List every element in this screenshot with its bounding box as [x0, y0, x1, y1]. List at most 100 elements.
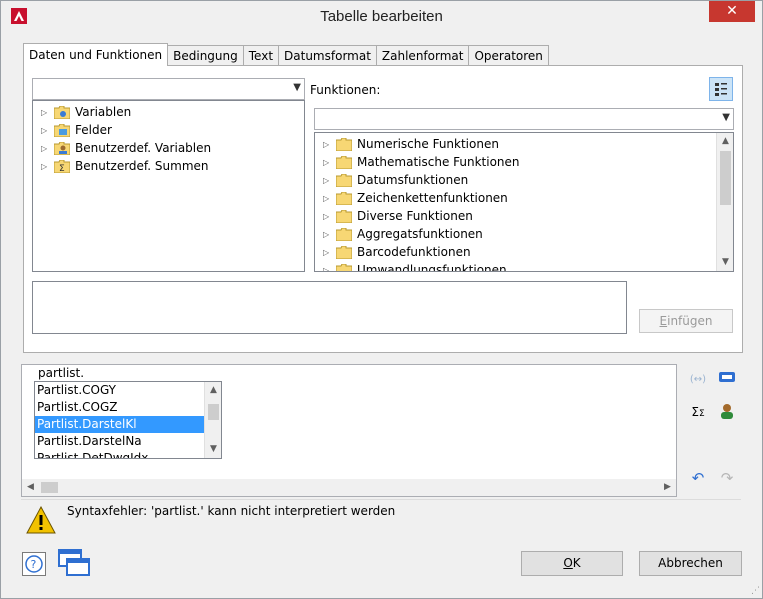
data-tree[interactable]: ▷ Variablen ▷ Felder ▷ Benutzerdef. Vari… [32, 100, 305, 272]
tab-strip: Daten und Funktionen Bedingung Text Datu… [23, 43, 549, 66]
window-title: Tabelle bearbeiten [320, 8, 443, 25]
view-toggle-button[interactable] [709, 77, 733, 101]
expand-arrow-icon[interactable]: ▷ [323, 266, 333, 272]
help-button[interactable]: ? [22, 552, 46, 576]
expand-arrow-icon[interactable]: ▷ [323, 212, 333, 221]
user-variable-icon [53, 141, 71, 155]
expand-arrow-icon[interactable]: ▷ [323, 158, 333, 167]
scroll-up-icon[interactable]: ▲ [205, 382, 221, 399]
data-source-combo[interactable]: ▼ [32, 78, 305, 100]
tree-item-zeichenkettenfunktionen[interactable]: ▷ Zeichenkettenfunktionen [323, 189, 508, 207]
tree-item-label: Numerische Funktionen [357, 137, 499, 151]
tree-item-variablen[interactable]: ▷ Variablen [41, 103, 131, 121]
autocomplete-item-selected[interactable]: Partlist.DarstelKl [35, 416, 221, 433]
tree-item-numerische-funktionen[interactable]: ▷ Numerische Funktionen [323, 135, 499, 153]
insert-button-label: infügen [667, 314, 713, 328]
tree-item-datumsfunktionen[interactable]: ▷ Datumsfunktionen [323, 171, 468, 189]
functions-scrollbar[interactable]: ▲ ▼ [716, 133, 733, 271]
dialog-window: Tabelle bearbeiten ✕ Daten und Funktione… [0, 0, 763, 599]
close-icon: ✕ [726, 3, 738, 19]
expand-arrow-icon[interactable]: ▷ [41, 126, 51, 135]
status-area: Syntaxfehler: 'partlist.' kann nicht int… [21, 499, 741, 541]
expand-arrow-icon[interactable]: ▷ [323, 194, 333, 203]
scroll-right-icon[interactable]: ▶ [659, 479, 676, 496]
tab-text[interactable]: Text [242, 45, 280, 66]
sum-icon[interactable]: ΣΣ [688, 402, 708, 422]
scroll-thumb[interactable] [208, 404, 219, 420]
fields-icon [53, 123, 71, 137]
functions-filter-combo[interactable]: ▼ [314, 108, 734, 130]
tree-item-barcodefunktionen[interactable]: ▷ Barcodefunktionen [323, 243, 471, 261]
autocomplete-item[interactable]: Partlist.DetDwgIdx [35, 450, 221, 458]
expression-editor[interactable]: partlist. Partlist.COGY Partlist.COGZ Pa… [21, 364, 677, 497]
chevron-down-icon[interactable]: ▼ [722, 112, 730, 123]
resize-grip-icon[interactable]: ⋰ [751, 586, 760, 596]
autocomplete-item[interactable]: Partlist.DarstelNa [35, 433, 221, 450]
undo-icon[interactable]: ↶ [688, 468, 708, 488]
tab-panel: ▼ ▷ Variablen ▷ Felder ▷ Benutzerdef. Va… [23, 65, 743, 353]
expand-arrow-icon[interactable]: ▷ [323, 230, 333, 239]
expand-arrow-icon[interactable]: ▷ [323, 176, 333, 185]
autocomplete-item[interactable]: Partlist.COGY [35, 382, 221, 399]
tab-operatoren[interactable]: Operatoren [468, 45, 549, 66]
redo-icon[interactable]: ↷ [717, 468, 737, 488]
editor-hscrollbar[interactable]: ◀ ▶ [22, 479, 676, 496]
autocomplete-list[interactable]: Partlist.COGY Partlist.COGZ Partlist.Dar… [34, 381, 222, 459]
expand-arrow-icon[interactable]: ▷ [323, 248, 333, 257]
svg-text:Σ: Σ [59, 164, 65, 173]
expand-arrow-icon[interactable]: ▷ [323, 140, 333, 149]
folder-icon [335, 137, 353, 151]
tree-item-label: Zeichenkettenfunktionen [357, 191, 508, 205]
title-bar: Tabelle bearbeiten ✕ [1, 1, 762, 33]
cancel-button[interactable]: Abbrechen [639, 551, 742, 576]
variable-icon [53, 105, 71, 119]
expand-arrow-icon[interactable]: ▷ [41, 108, 51, 117]
scroll-left-icon[interactable]: ◀ [22, 479, 39, 496]
tree-item-benutzerdef-variablen[interactable]: ▷ Benutzerdef. Variablen [41, 139, 211, 157]
ok-button[interactable]: OK [521, 551, 623, 576]
tree-item-diverse-funktionen[interactable]: ▷ Diverse Funktionen [323, 207, 473, 225]
scroll-thumb[interactable] [720, 151, 731, 205]
warning-icon [26, 505, 56, 537]
tab-daten-und-funktionen[interactable]: Daten und Funktionen [23, 43, 169, 66]
tab-bedingung[interactable]: Bedingung [167, 45, 244, 66]
tree-item-label: Datumsfunktionen [357, 173, 469, 187]
insert-button[interactable]: Einfügen [639, 309, 733, 333]
folder-icon [335, 245, 353, 259]
chevron-down-icon[interactable]: ▼ [293, 82, 301, 93]
tab-zahlenformat[interactable]: Zahlenformat [375, 45, 470, 66]
svg-text:?: ? [31, 558, 37, 571]
autocomplete-item[interactable]: Partlist.COGZ [35, 399, 221, 416]
tree-item-label: Aggregatsfunktionen [357, 227, 483, 241]
brackets-icon[interactable]: (↔) [688, 370, 708, 390]
expand-arrow-icon[interactable]: ▷ [41, 144, 51, 153]
tree-item-umwandlungsfunktionen[interactable]: ▷ Umwandlungsfunktionen [323, 261, 507, 272]
tree-item-mathematische-funktionen[interactable]: ▷ Mathematische Funktionen [323, 153, 520, 171]
scroll-down-icon[interactable]: ▼ [205, 441, 221, 458]
tab-datumsformat[interactable]: Datumsformat [278, 45, 377, 66]
folder-icon [335, 209, 353, 223]
tree-item-benutzerdef-summen[interactable]: ▷ Σ Benutzerdef. Summen [41, 157, 209, 175]
close-button[interactable]: ✕ [709, 1, 755, 22]
help-icon: ? [25, 555, 43, 573]
scroll-up-icon[interactable]: ▲ [717, 133, 733, 150]
ok-button-label: K [572, 556, 581, 570]
user-sum-icon: Σ [53, 159, 71, 174]
tree-item-label: Felder [75, 123, 112, 137]
scroll-thumb[interactable] [41, 482, 58, 493]
functions-tree[interactable]: ▷ Numerische Funktionen ▷ Mathematische … [314, 132, 734, 272]
user-function-icon[interactable] [717, 402, 737, 422]
folder-icon [335, 155, 353, 169]
list-view-icon [715, 83, 727, 96]
tree-item-felder[interactable]: ▷ Felder [41, 121, 112, 139]
expression-text[interactable]: partlist. [38, 366, 84, 380]
autocomplete-scrollbar[interactable]: ▲ ▼ [204, 382, 221, 458]
expand-arrow-icon[interactable]: ▷ [41, 162, 51, 171]
functions-label: Funktionen: [310, 83, 381, 97]
cancel-button-label: Abbrechen [658, 556, 723, 570]
window-switch-icon[interactable] [58, 549, 90, 577]
scroll-down-icon[interactable]: ▼ [717, 254, 733, 271]
tree-item-aggregatsfunktionen[interactable]: ▷ Aggregatsfunktionen [323, 225, 483, 243]
field-insert-icon[interactable] [717, 370, 737, 390]
tree-item-label: Mathematische Funktionen [357, 155, 520, 169]
